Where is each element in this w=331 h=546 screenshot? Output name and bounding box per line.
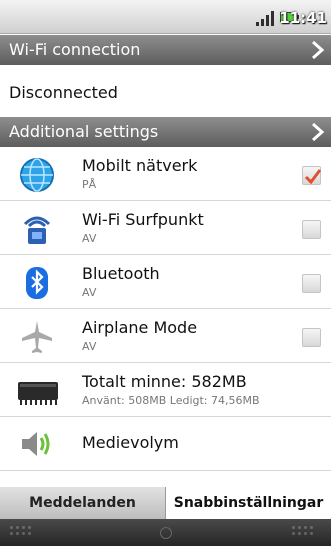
- wifi-status-row[interactable]: Disconnected: [0, 66, 331, 119]
- airplane-mode-title: Airplane Mode: [82, 318, 198, 337]
- airplane-icon: [22, 321, 52, 353]
- memory-chip-icon: [18, 382, 58, 405]
- additional-settings-header[interactable]: Additional settings: [0, 117, 331, 147]
- additional-settings-label: Additional settings: [9, 122, 159, 141]
- list-item-memory[interactable]: Totalt minne: 582MB Använt: 508MB Ledigt…: [0, 363, 331, 417]
- list-item-airplane-mode[interactable]: Airplane Mode AV: [0, 309, 331, 363]
- tab-notifications[interactable]: Meddelanden: [0, 487, 166, 519]
- airplane-mode-status: AV: [82, 340, 97, 353]
- bluetooth-checkbox[interactable]: [302, 274, 321, 293]
- tab-quick-settings[interactable]: Snabbinställningar: [166, 487, 331, 519]
- home-button[interactable]: [10, 526, 40, 540]
- menu-button[interactable]: [292, 526, 322, 540]
- status-time: 11:41: [279, 9, 327, 27]
- mobile-network-checkbox[interactable]: [302, 166, 322, 185]
- wifi-hotspot-checkbox[interactable]: [302, 220, 321, 239]
- chevron-right-icon: [312, 40, 325, 60]
- list-item-wifi-hotspot[interactable]: Wi-Fi Surfpunkt AV: [0, 201, 331, 255]
- checkmark-icon: [304, 169, 322, 185]
- wifi-hotspot-status: AV: [82, 232, 97, 245]
- trackball-button[interactable]: [160, 527, 172, 539]
- status-bar: 11:41: [0, 0, 331, 34]
- bluetooth-status: AV: [82, 286, 97, 299]
- memory-title: Totalt minne: 582MB: [82, 372, 247, 391]
- wifi-connection-label: Wi-Fi connection: [9, 40, 141, 59]
- speaker-icon: [22, 432, 50, 456]
- bottom-tabs: Meddelanden Snabbinställningar: [0, 487, 331, 519]
- airplane-mode-checkbox[interactable]: [302, 328, 321, 347]
- chevron-right-icon: [312, 122, 325, 142]
- wifi-hotspot-icon: [23, 216, 51, 244]
- list-item-bluetooth[interactable]: Bluetooth AV: [0, 255, 331, 309]
- wifi-hotspot-title: Wi-Fi Surfpunkt: [82, 210, 204, 229]
- wifi-status-text: Disconnected: [9, 83, 118, 102]
- list-item-media-volume[interactable]: Medievolym: [0, 417, 331, 471]
- navigation-bar: [0, 519, 331, 546]
- mobile-network-status: PÅ: [82, 178, 97, 191]
- signal-strength-icon: [256, 10, 276, 26]
- list-item-mobile-network[interactable]: Mobilt nätverk PÅ: [0, 147, 331, 201]
- mobile-network-title: Mobilt nätverk: [82, 156, 198, 175]
- globe-icon: [20, 158, 54, 192]
- bluetooth-icon: [26, 267, 48, 299]
- media-volume-title: Medievolym: [82, 433, 179, 452]
- memory-details: Använt: 508MB Ledigt: 74,56MB: [82, 394, 260, 407]
- bluetooth-title: Bluetooth: [82, 264, 160, 283]
- wifi-connection-header[interactable]: Wi-Fi connection: [0, 35, 331, 65]
